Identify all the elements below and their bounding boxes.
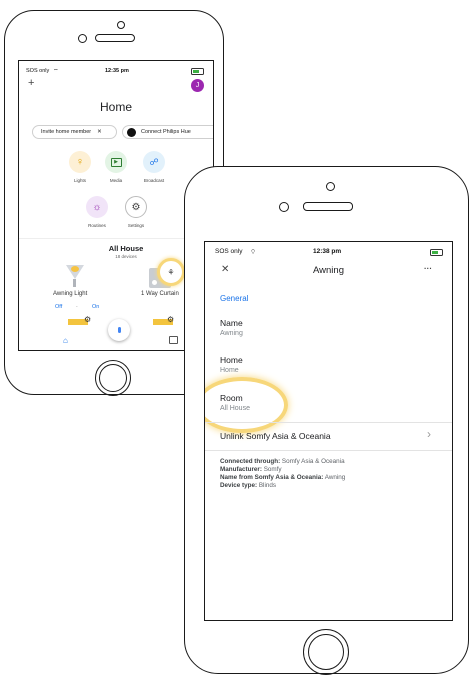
awning-light-off-button[interactable]: Off <box>55 304 62 310</box>
broadcast-button[interactable]: ☍ <box>143 151 165 173</box>
front-phone-frame: SOS only ⌔ 12:38 pm ✕ Awning ··· General… <box>184 166 469 675</box>
media-label: Media <box>109 178 123 183</box>
front-phone-speaker <box>303 202 353 211</box>
manufacturer-line: Manufacturer: Somfy <box>220 466 282 473</box>
status-carrier: SOS only <box>215 248 243 255</box>
back-phone-camera <box>117 21 125 29</box>
section-subtitle: 18 devices <box>115 254 137 259</box>
broadcast-label: Broadcast <box>143 178 165 183</box>
room-row-label[interactable]: Room <box>220 393 243 403</box>
row-divider <box>205 450 452 451</box>
section-heading-general: General <box>220 294 249 303</box>
home-row-label[interactable]: Home <box>220 355 243 365</box>
home-tab-icon[interactable]: ⌂ <box>63 336 68 345</box>
connect-philips-hue-chip[interactable]: Connect Philips Hue <box>122 125 213 139</box>
device-type-line: Device type: Blinds <box>220 482 277 489</box>
front-phone-camera <box>326 182 335 191</box>
gear-icon: ⚙ <box>84 315 92 324</box>
close-icon[interactable]: ✕ <box>97 129 102 135</box>
lamp-base <box>73 279 76 287</box>
philips-hue-icon <box>127 127 136 137</box>
routines-icon: ☼ <box>92 201 102 213</box>
awning-light-device-tile[interactable] <box>63 265 87 289</box>
wifi-icon: ⌔ <box>53 69 59 75</box>
awning-light-on-button[interactable]: On <box>92 304 99 310</box>
status-time: 12:35 pm <box>105 68 129 74</box>
wifi-icon: ⌔ <box>250 249 257 256</box>
name-from-line: Name from Somfy Asia & Oceania: Awning <box>220 474 346 481</box>
name-row-value: Awning <box>220 330 243 337</box>
lamp-glow <box>71 266 79 272</box>
status-carrier: SOS only <box>26 68 50 74</box>
page-title: Home <box>99 100 132 114</box>
page-title: Awning <box>313 265 344 276</box>
back-phone-home-button-ring <box>99 364 127 392</box>
media-button[interactable]: ▶ <box>105 151 127 173</box>
front-phone-screen: SOS only ⌔ 12:38 pm ✕ Awning ··· General… <box>204 241 453 621</box>
connected-through-line: Connected through: Somfy Asia & Oceania <box>220 458 345 465</box>
section-title: All House <box>108 244 144 253</box>
broadcast-icon: ☍ <box>149 156 159 167</box>
chevron-right-icon: › <box>427 427 431 441</box>
battery-icon <box>430 249 443 256</box>
lights-label: Lights <box>73 178 86 183</box>
back-phone-front-camera <box>78 34 87 43</box>
settings-label: Settings <box>127 223 145 228</box>
mic-icon <box>117 327 121 333</box>
awning-light-separator: · <box>76 304 78 310</box>
front-phone-front-camera <box>279 202 289 212</box>
back-phone-speaker <box>95 34 135 42</box>
curtain-icon <box>152 280 157 285</box>
lightbulb-icon: ♀ <box>75 156 85 168</box>
name-row-label[interactable]: Name <box>220 318 243 328</box>
invite-chip-label: Invite home member <box>41 129 92 135</box>
invite-home-member-chip[interactable]: Invite home member ✕ <box>32 125 117 139</box>
media-icon: ▶ <box>110 157 122 167</box>
curtain-name: 1 Way Curtain <box>141 291 179 297</box>
connect-chip-label: Connect Philips Hue <box>141 129 191 135</box>
front-phone-home-button-ring <box>308 634 344 670</box>
lights-button[interactable]: ♀ <box>69 151 91 173</box>
gear-icon: ⚙ <box>167 315 175 324</box>
awning-light-name: Awning Light <box>53 291 88 297</box>
room-row-value: All House <box>220 405 250 412</box>
unlink-button[interactable]: Unlink Somfy Asia & Oceania <box>220 431 331 441</box>
back-phone-home-button[interactable] <box>95 360 131 396</box>
curtain-highlight-ring: ⚘ <box>157 258 185 286</box>
device-details: Connected through: Somfy Asia & Oceania … <box>220 458 345 490</box>
mic-button[interactable] <box>108 319 130 341</box>
routines-dot-icon: ⚘ <box>167 267 175 277</box>
avatar[interactable]: J <box>191 79 204 92</box>
routines-label: Routines <box>88 223 106 228</box>
status-time: 12:38 pm <box>313 248 342 255</box>
devices-tab-icon[interactable] <box>169 336 178 344</box>
row-divider <box>205 422 452 423</box>
battery-icon <box>191 68 204 75</box>
settings-gear-icon: ⚙ <box>131 201 141 213</box>
settings-button[interactable]: ⚙ <box>125 196 147 218</box>
home-row-value: Home <box>220 367 239 374</box>
front-phone-home-button[interactable] <box>303 629 349 675</box>
add-icon[interactable]: + <box>28 77 34 89</box>
avatar-initial: J <box>195 82 200 89</box>
routines-button[interactable]: ☼ <box>86 196 108 218</box>
more-options-icon[interactable]: ··· <box>424 264 432 273</box>
